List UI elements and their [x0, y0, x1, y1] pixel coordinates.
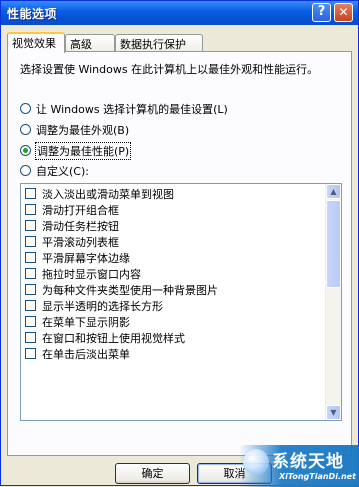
checkbox[interactable] [25, 284, 36, 295]
list-item-label: 为每种文件夹类型使用一种背景图片 [42, 284, 218, 297]
ok-button[interactable]: 确定 [115, 463, 190, 484]
checkbox[interactable] [25, 252, 36, 263]
site-watermark: 系统天地 XiTongTianDi.net [239, 445, 359, 487]
scroll-down-icon[interactable]: ▼ [326, 405, 341, 420]
close-button[interactable]: ✕ [334, 3, 353, 22]
tab-data-execution-prevention[interactable]: 数据执行保护 [115, 34, 203, 51]
radio-button[interactable] [20, 103, 31, 114]
effects-checkbox-list[interactable]: 淡入淡出或滑动菜单到视图 滑动打开组合框 滑动任务栏按钮 平滑滚动列表框 平滑屏… [20, 183, 342, 421]
list-item-label: 平滑屏幕字体边缘 [42, 252, 130, 265]
checkbox[interactable] [25, 300, 36, 311]
scroll-up-icon[interactable]: ▲ [326, 184, 341, 199]
radio-button-selected[interactable] [20, 145, 31, 156]
scroll-thumb[interactable] [326, 200, 341, 288]
checkbox[interactable] [25, 188, 36, 199]
watermark-subtext: XiTongTianDi.net [279, 472, 356, 481]
checkbox[interactable] [25, 204, 36, 215]
list-item-label: 滑动打开组合框 [42, 204, 119, 217]
watermark-logo-icon [243, 449, 269, 475]
radio-button[interactable] [20, 165, 31, 176]
radio-label: 让 Windows 选择计算机的最佳设置(L) [36, 103, 228, 116]
radio-label: 自定义(C): [36, 165, 89, 178]
checkbox[interactable] [25, 316, 36, 327]
tab-advanced[interactable]: 高级 [65, 34, 115, 51]
checkbox[interactable] [25, 268, 36, 279]
list-item-label: 在菜单下显示阴影 [42, 316, 130, 329]
vertical-scrollbar[interactable]: ▲ ▼ [325, 184, 341, 420]
list-item-label: 淡入淡出或滑动菜单到视图 [42, 188, 174, 201]
checkbox[interactable] [25, 332, 36, 343]
watermark-text: 系统天地 [272, 452, 344, 472]
radio-label: 调整为最佳性能(P) [34, 142, 132, 160]
checkbox[interactable] [25, 236, 36, 247]
list-item-label: 平滑滚动列表框 [42, 236, 119, 249]
radio-label: 调整为最佳外观(B) [36, 124, 130, 137]
title-bar[interactable]: 性能选项 ? ✕ [1, 1, 358, 25]
list-item-label: 拖拉时显示窗口内容 [42, 268, 141, 281]
list-item-label: 显示半透明的选择长方形 [42, 300, 163, 313]
radio-button[interactable] [20, 124, 31, 135]
tab-visual-effects[interactable]: 视觉效果 [7, 32, 65, 53]
list-item-label: 在单击后淡出菜单 [42, 348, 130, 361]
list-item-label: 滑动任务栏按钮 [42, 220, 119, 233]
list-item-label: 在窗口和按钮上使用视觉样式 [42, 332, 185, 345]
window-title: 性能选项 [7, 7, 58, 21]
checkbox[interactable] [25, 220, 36, 231]
help-button[interactable]: ? [312, 3, 331, 22]
performance-options-window: 性能选项 ? ✕ 视觉效果 高级 数据执行保护 选择设置使 Windows 在此… [0, 0, 359, 487]
description-text: 选择设置使 Windows 在此计算机上以最佳外观和性能运行。 [20, 63, 319, 76]
visual-effects-panel: 选择设置使 Windows 在此计算机上以最佳外观和性能运行。 让 Window… [7, 51, 352, 456]
checkbox[interactable] [25, 348, 36, 359]
